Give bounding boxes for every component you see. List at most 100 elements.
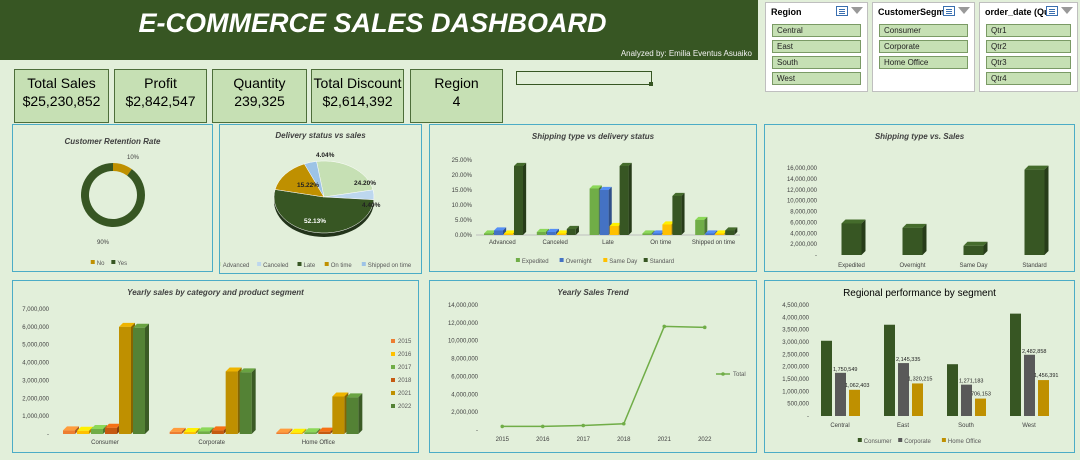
y-tick-label: 2,000,000 [782,365,809,371]
chart-delivery-status[interactable]: Delivery status vs sales 24.20% 4.40% 52.1… [219,124,422,274]
multi-select-icon[interactable] [943,6,955,16]
kpi-value: $2,614,392 [322,93,393,109]
y-tick-label: 25.00% [452,158,473,164]
x-tick-label: Shipped on time [692,240,736,246]
chart-yearly-trend[interactable]: Yearly Sales Trend -2,000,000 4,000,000 6,… [429,280,757,453]
line-point [662,324,667,329]
legend-label: No [97,261,105,267]
chart-shipping-delivery[interactable]: Shipping type vs delivery status 0.00% 5.… [429,124,757,272]
data-label: 1,456,391 [1034,373,1058,379]
legend-marker [257,262,262,266]
clear-filter-icon[interactable] [958,7,970,14]
x-tick-label: Expedited [838,263,865,269]
legend-marker [391,352,395,356]
bar-corporate [898,363,909,416]
slicer-item-corporate[interactable]: Corporate [879,40,968,53]
y-tick-label: 10.00% [452,203,473,209]
chart-shipping-sales[interactable]: Shipping type vs. Sales -2,000,000 4,000,… [764,124,1075,272]
y-tick-label: 5,000,000 [22,343,49,349]
slicer-item-home-office[interactable]: Home Office [879,56,968,69]
bar-expedited [536,232,546,235]
legend-marker [324,262,329,266]
legend-label: Standard [650,259,674,265]
line-point [540,424,545,429]
bar-corporate [1024,354,1035,416]
clear-filter-icon[interactable] [1061,7,1073,14]
bar-2022 [239,372,252,434]
chart-regional[interactable]: Regional performance by segment -500,000… [764,280,1075,453]
bar-corporate [835,372,846,416]
slicer-title: CustomerSegm... [878,7,953,17]
kpi-label: Total Discount [313,75,402,91]
bar-same-day [662,224,672,235]
data-label: 52.13% [304,218,326,225]
slicer-item-qtr3[interactable]: Qtr3 [986,56,1071,69]
slicer-item-east[interactable]: East [772,40,861,53]
chart-yearly-category[interactable]: Yearly sales by category and product seg… [12,280,419,453]
chart-retention[interactable]: Customer Retention Rate 10% 90% No Yes [12,124,213,272]
multi-select-icon[interactable] [1046,6,1058,16]
bar-same-day-top [963,241,988,246]
y-tick-label: 2,000,000 [22,396,49,402]
chart-shipping-delivery-svg: 0.00% 5.00% 10.00% 15.00% 20.00% 25.00% Advanc… [452,158,740,265]
y-tick-label: 4,000,000 [782,315,809,321]
bar-standard [725,230,735,235]
slicer-item-west[interactable]: West [772,72,861,85]
line-point [702,325,707,330]
multi-select-icon[interactable] [836,6,848,16]
bar-overnight [599,190,609,235]
bar-expedited [695,220,705,235]
x-tick-label: 2015 [496,437,510,443]
slicer-item-consumer[interactable]: Consumer [879,24,968,37]
page-title: E-COMMERCE SALES DASHBOARD [138,8,607,38]
bar-expedited-side [861,219,866,255]
chart-retention-svg: 10% 90% No Yes [81,155,145,267]
bar-2015 [276,432,289,434]
bar-overnight [546,232,556,235]
bar-expedited [841,223,862,255]
x-tick-label: Same Day [959,263,987,269]
bar-2017 [91,429,103,434]
kpi-total-sales: Total Sales $25,230,852 [14,69,109,123]
data-label: 24.20% [354,180,376,187]
fill-handle[interactable] [649,82,653,86]
y-tick-label: 14,000,000 [787,177,818,183]
bar-2016 [77,430,89,434]
slicer-item-qtr1[interactable]: Qtr1 [986,24,1071,37]
slicer-item-south[interactable]: South [772,56,861,69]
bar-2018 [318,431,331,434]
slicer-item-qtr2[interactable]: Qtr2 [986,40,1071,53]
bar-2022-side [358,393,363,434]
legend-marker [857,438,862,442]
bar-standard [566,229,576,235]
bar-overnight [494,230,503,235]
bar-standard-top [1024,165,1049,170]
legend-marker [220,262,221,266]
data-label: 4.04% [316,152,335,159]
y-tick-label: 2,500,000 [782,352,809,358]
bar-standard-side [628,162,632,235]
data-label: 1,320,215 [908,376,932,382]
legend-label: Shipped on time [368,263,412,269]
y-tick-label: 6,000,000 [22,325,49,331]
bar-consumer [884,324,895,416]
slicer-item-central[interactable]: Central [772,24,861,37]
legend-label: Late [304,263,316,269]
y-tick-label: 15.00% [452,188,473,194]
legend-label: 2016 [398,352,412,358]
clear-filter-icon[interactable] [851,7,863,14]
x-tick-label: Overnight [899,263,925,269]
x-tick-label: 2021 [658,437,672,443]
y-tick-label: 1,000,000 [782,389,809,395]
bar-overnight [652,233,662,235]
bar-2022-side [251,368,256,434]
legend-marker [515,258,520,262]
line-series-total [502,325,705,428]
x-tick-label: South [958,423,974,429]
slicer-item-qtr4[interactable]: Qtr4 [986,72,1071,85]
bar-standard-side [1044,165,1049,255]
legend-marker [391,339,395,343]
y-tick-label: - [807,414,809,420]
legend-label: 2015 [398,339,412,345]
selected-cell[interactable] [516,71,652,85]
